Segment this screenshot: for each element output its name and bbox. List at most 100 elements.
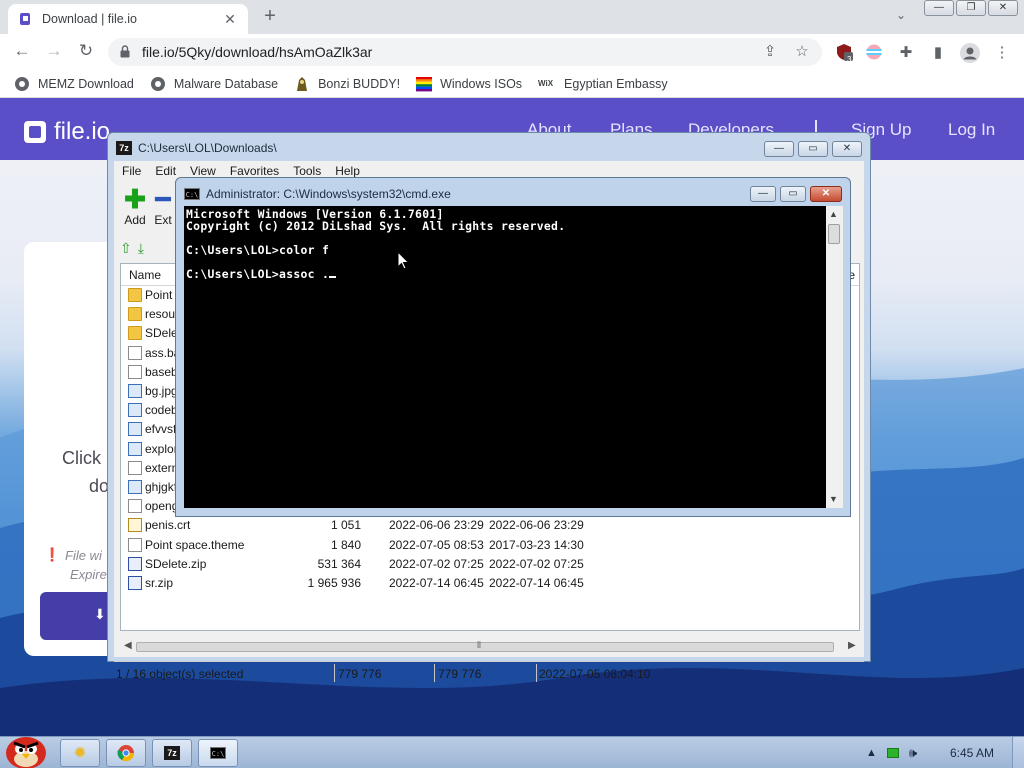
cmd-minimize-button[interactable]: — xyxy=(750,186,776,202)
console-output[interactable]: Microsoft Windows [Version 6.1.7601] Cop… xyxy=(184,206,826,508)
info-icon: ❗ xyxy=(44,547,61,562)
ublock-extension-icon[interactable]: 3 xyxy=(834,43,854,64)
folder-icon xyxy=(128,288,142,302)
reload-icon[interactable]: ↻ xyxy=(74,40,98,64)
new-tab-button[interactable]: + xyxy=(258,4,282,30)
file-io-logo-icon xyxy=(24,121,46,143)
back-arrow-icon[interactable]: ← xyxy=(10,40,34,64)
profile-avatar-icon[interactable] xyxy=(960,43,980,63)
show-desktop-button[interactable] xyxy=(1012,737,1024,768)
cmd-app-icon: C:\ xyxy=(184,188,200,200)
card-note-line-1: File wi xyxy=(65,548,102,563)
mouse-pointer-icon xyxy=(397,251,410,270)
menu-view[interactable]: View xyxy=(190,164,216,178)
download-path-icon[interactable]: ⤓ xyxy=(138,240,144,257)
table-row[interactable]: SDelete.zip 531 364 2022-07-02 07:25 2022-0… xyxy=(121,555,859,574)
cmd-vertical-scrollbar[interactable]: ▲ ▼ xyxy=(826,206,843,508)
bookmark-egyptian-embassy[interactable]: WiX Egyptian Embassy xyxy=(538,76,668,92)
bookmark-star-icon[interactable]: ☆ xyxy=(792,42,812,62)
taskbar-chrome[interactable] xyxy=(106,739,146,767)
start-button-angry-bird-icon[interactable] xyxy=(2,729,50,768)
bookmark-label: MEMZ Download xyxy=(38,76,134,91)
7zip-close-button[interactable]: ✕ xyxy=(832,141,862,157)
status-divider xyxy=(536,664,537,682)
taskbar-explorer[interactable]: ✹ xyxy=(60,739,100,767)
scroll-down-icon[interactable]: ▼ xyxy=(829,494,838,504)
column-name[interactable]: Name xyxy=(129,268,161,282)
file-size: 1 965 936 xyxy=(307,576,361,590)
table-row[interactable]: penis.crt 1 051 2022-06-06 23:29 2022-06-06… xyxy=(121,516,859,535)
nav-log-in[interactable]: Log In xyxy=(948,120,995,140)
tray-expand-icon[interactable]: ▲ xyxy=(866,747,877,759)
file-size: 531 364 xyxy=(317,556,361,571)
7zip-app-icon: 7z xyxy=(116,141,132,155)
file-icon xyxy=(128,499,142,514)
bookmark-memz-download[interactable]: MEMZ Download xyxy=(14,76,134,92)
volume-icon[interactable]: 🕪 xyxy=(909,745,917,761)
extensions-puzzle-icon[interactable]: ✚ xyxy=(896,43,916,63)
file-name: Point space.theme xyxy=(145,537,245,552)
cmd-close-button[interactable]: ✕ xyxy=(810,186,842,202)
menu-edit[interactable]: Edit xyxy=(155,164,176,178)
address-bar[interactable]: file.io/5Qky/download/hsAmOaZlk3ar ⇪ ☆ xyxy=(108,38,822,66)
bonzi-icon xyxy=(297,76,308,91)
extension-badge: 3 xyxy=(847,55,852,64)
file-icon xyxy=(128,460,142,475)
cmd-maximize-button[interactable]: ▭ xyxy=(780,186,806,202)
flag-extension-icon[interactable] xyxy=(864,43,884,63)
7zip-horizontal-scrollbar[interactable]: ◀ ⦀ ▶ xyxy=(122,639,860,655)
7zip-window-controls: — ▭ ✕ xyxy=(764,141,862,157)
scroll-up-icon[interactable]: ▲ xyxy=(829,209,838,219)
file-icon xyxy=(128,345,142,360)
console-prompt-text: C:\Users\LOL>assoc . xyxy=(186,267,330,281)
extract-button-label: Ext xyxy=(154,213,172,227)
7zip-maximize-button[interactable]: ▭ xyxy=(798,141,828,157)
cmd-title-bar: C:\ Administrator: C:\Windows\system32\c… xyxy=(184,187,451,201)
plus-icon: ✚ xyxy=(124,184,146,214)
menu-help[interactable]: Help xyxy=(335,164,360,178)
browser-tab[interactable]: Download | file.io ✕ xyxy=(8,4,248,34)
up-folder-icon[interactable]: ⇧ xyxy=(120,240,132,257)
menu-file[interactable]: File xyxy=(122,164,141,178)
file-name: penis.crt xyxy=(145,518,191,533)
menu-tools[interactable]: Tools xyxy=(293,164,321,178)
scrollbar-thumb[interactable]: ⦀ xyxy=(136,640,834,652)
taskbar-clock[interactable]: 6:45 AM xyxy=(950,746,994,760)
side-panel-icon[interactable]: ▮ xyxy=(928,43,948,63)
bookmark-windows-isos[interactable]: Windows ISOs xyxy=(416,76,522,92)
bookmark-bonzi-buddy[interactable]: Bonzi BUDDY! xyxy=(294,76,400,92)
taskbar-cmd[interactable]: C:\ xyxy=(198,739,238,767)
bookmarks-bar: MEMZ Download Malware Database Bonzi BUD… xyxy=(0,70,1024,98)
trans-flag-icon xyxy=(866,44,882,60)
console-line: C:\Users\LOL>color f xyxy=(186,243,330,257)
zip-archive-icon xyxy=(128,556,142,571)
tab-search-chevron-icon[interactable]: ⌄ xyxy=(896,8,906,22)
status-divider xyxy=(334,664,335,682)
browser-minimize-button[interactable]: — xyxy=(924,0,954,16)
card-note-line-2: Expire xyxy=(70,567,107,582)
image-file-icon xyxy=(128,441,142,456)
add-button[interactable]: ✚ Add xyxy=(118,185,152,227)
extract-button[interactable]: ━ Ext xyxy=(152,185,174,227)
tab-close-icon[interactable]: ✕ xyxy=(222,11,238,28)
network-icon[interactable] xyxy=(886,748,899,758)
7zip-window-title: C:\Users\LOL\Downloads\ xyxy=(138,141,277,155)
browser-restore-button[interactable]: ❐ xyxy=(956,0,986,16)
share-icon[interactable]: ⇪ xyxy=(760,42,780,62)
table-row[interactable]: Point space.theme 1 840 2022-07-05 08:53 20… xyxy=(121,536,859,555)
scroll-right-icon[interactable]: ▶ xyxy=(848,640,856,651)
taskbar-7zip[interactable]: 7z xyxy=(152,739,192,767)
scrollbar-thumb[interactable] xyxy=(828,224,840,244)
table-row[interactable]: sr.zip 1 965 936 2022-07-14 06:45 2022-07-1… xyxy=(121,574,859,593)
menu-favorites[interactable]: Favorites xyxy=(230,164,279,178)
kebab-menu-icon[interactable]: ⋮ xyxy=(992,43,1012,63)
text-cursor xyxy=(329,276,337,278)
forward-arrow-icon[interactable]: → xyxy=(42,40,66,64)
folder-icon: ✹ xyxy=(73,745,87,762)
grip-icon: ⦀ xyxy=(477,640,481,650)
bookmark-malware-database[interactable]: Malware Database xyxy=(150,76,278,92)
file-io-logo[interactable]: file.io xyxy=(24,118,110,146)
scroll-left-icon[interactable]: ◀ xyxy=(124,640,132,651)
7zip-minimize-button[interactable]: — xyxy=(764,141,794,157)
browser-close-button[interactable]: ✕ xyxy=(988,0,1018,16)
